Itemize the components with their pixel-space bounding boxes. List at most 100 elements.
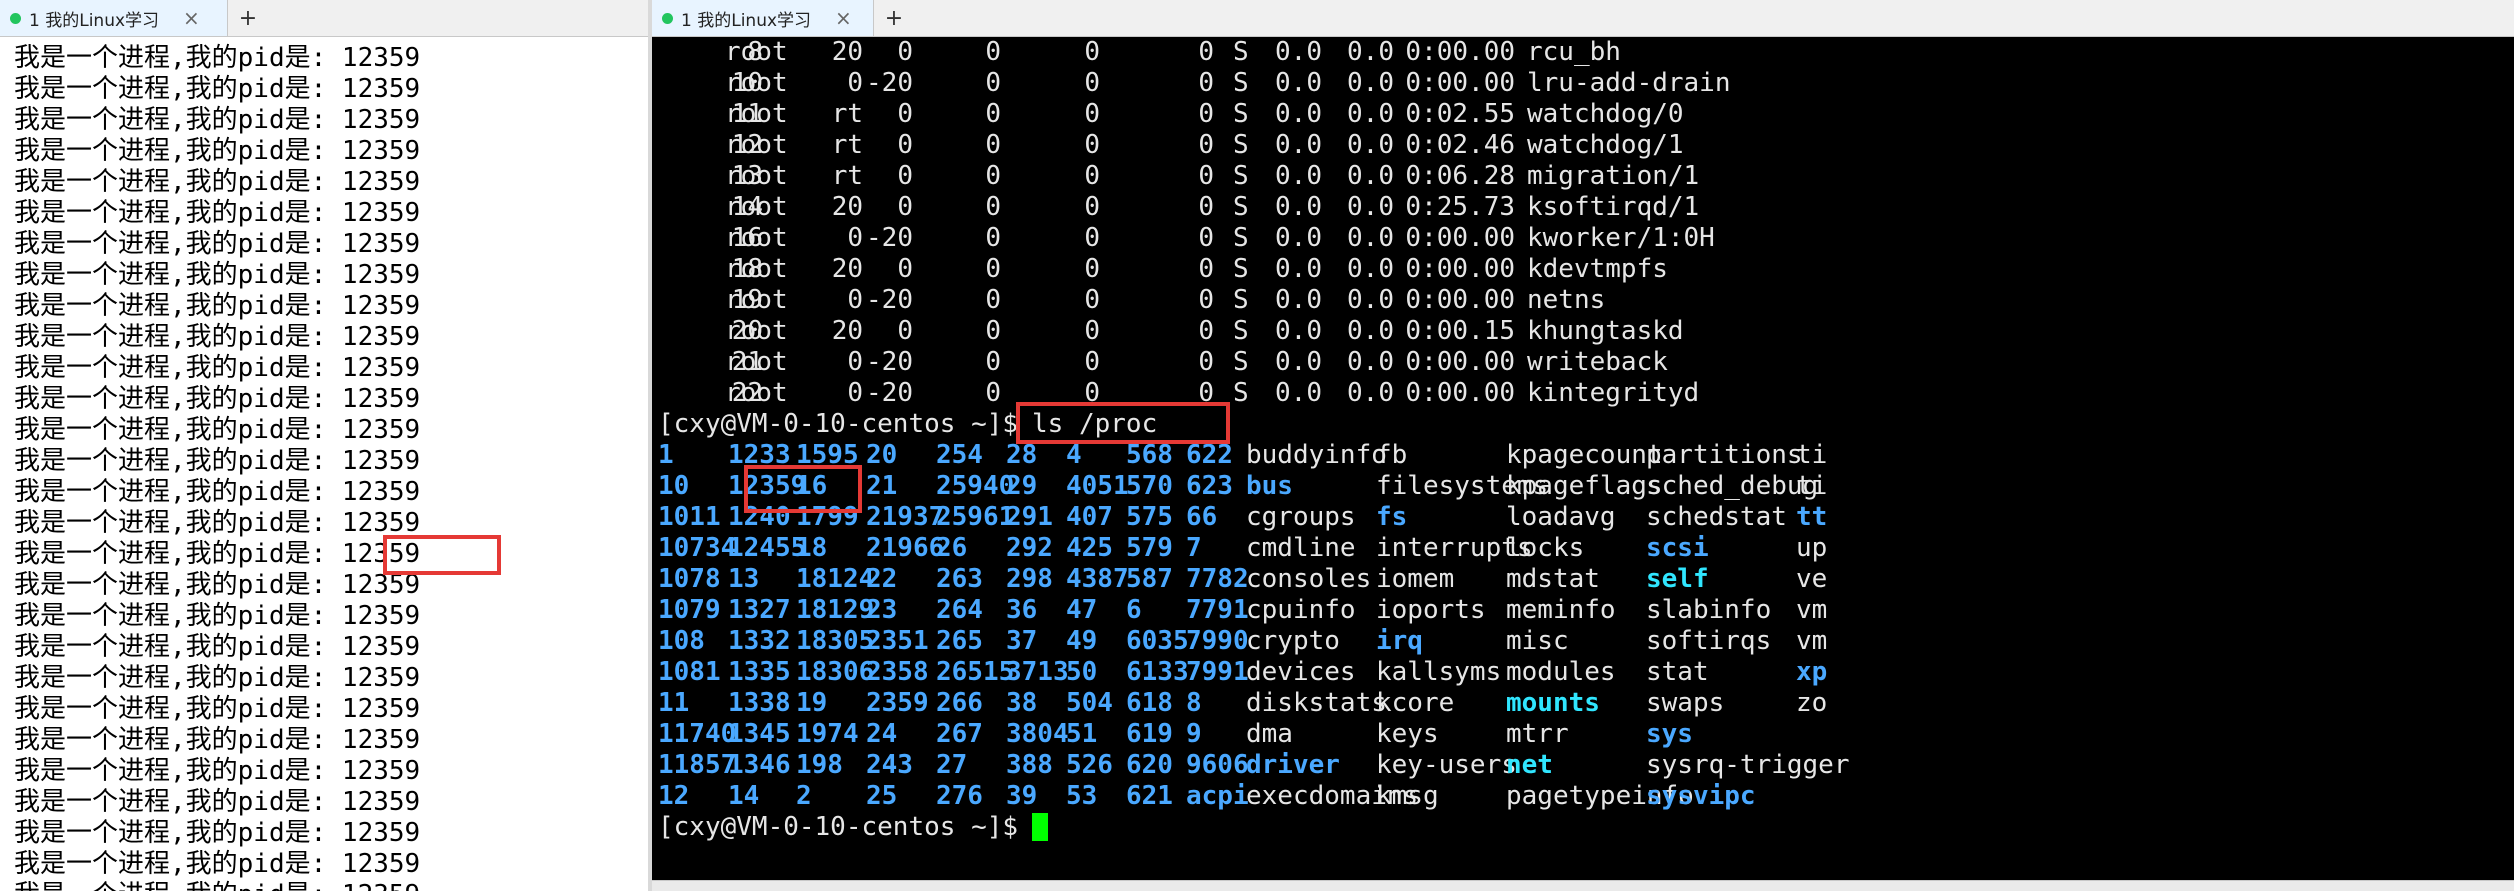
process-cpu: 0.0 [1275,161,1322,191]
proc-entry: 1081 [658,657,721,687]
output-line: 我是一个进程,我的pid是: 12359 [14,725,421,755]
proc-entry: zo [1796,688,1828,718]
proc-entry: 425 [1066,533,1113,563]
process-command: netns [1527,285,1606,315]
proc-entry: 1338 [728,688,791,718]
process-state: S [1233,316,1249,346]
process-user: root [725,378,788,408]
right-terminal-output[interactable]: 8 root 20 0 0 0 0 S 0.0 0.0 0:00.00 rcu_bh 10 root 0 -2… [652,37,2514,891]
scrollbar[interactable] [652,880,2514,891]
process-time: 0:02.55 [1405,99,1515,129]
process-res: 0 [1084,254,1100,284]
process-state: S [1233,192,1249,222]
process-shr: 0 [1198,285,1214,315]
proc-entry: partitions [1646,440,1803,470]
process-row: 18 root 20 0 0 0 0 S 0.0 0.0 0:00.00 kdevtmpfs [658,254,2514,285]
process-ni: -20 [866,223,913,253]
command-line[interactable]: [cxy@VM-0-10-centos ~]$ [658,812,2514,843]
process-res: 0 [1084,37,1100,67]
process-time: 0:06.28 [1405,161,1515,191]
process-user: root [725,285,788,315]
left-terminal-output[interactable]: 我是一个进程,我的pid是: 12359 我是一个进程,我的pid是: 12359… [0,37,648,891]
proc-entry: 623 [1186,471,1233,501]
proc-entry: schedstat [1646,502,1787,532]
right-session-tab[interactable]: 1 我的Linux学习 × [652,0,874,36]
proc-entry: 25 [866,781,898,811]
output-line: 我是一个进程,我的pid是: 12359 [14,136,421,166]
process-ni: 0 [897,99,913,129]
proc-entry: 7782 [1186,564,1249,594]
proc-entry: driver [1246,750,1340,780]
ls-row: 10 12359 16 21 25940 29 4051 570 623 bus filesyste… [658,471,2514,502]
proc-entry: 619 [1126,719,1173,749]
process-pr: 20 [831,316,863,346]
process-row: 19 root 0 -20 0 0 0 S 0.0 0.0 0:00.00 netns [658,285,2514,316]
process-mem: 0.0 [1347,285,1394,315]
highlight-box-proc-12359 [744,465,862,513]
proc-entry: acpi [1186,781,1249,811]
process-row: 16 root 0 -20 0 0 0 S 0.0 0.0 0:00.00 kworker/1:0H [658,223,2514,254]
proc-entry: 51 [1066,719,1098,749]
right-terminal-pane[interactable]: 1 我的Linux学习 × + 8 root 20 0 0 0 0 S 0.0 0.0 0:00.0… [652,0,2514,891]
proc-entry: 1327 [728,595,791,625]
proc-entry: 526 [1066,750,1113,780]
shell-prompt: [cxy@VM-0-10-centos ~]$ [658,409,1034,439]
close-tab-icon[interactable]: × [835,6,852,30]
proc-entry: 618 [1126,688,1173,718]
proc-entry: tt [1796,502,1828,532]
proc-entry: 6133 [1126,657,1189,687]
process-pr: 0 [847,68,863,98]
connection-status-icon [10,12,21,24]
add-tab-button[interactable]: + [876,0,912,36]
process-pr: 0 [847,378,863,408]
proc-entry: 21966 [866,533,945,563]
process-time: 0:00.00 [1405,285,1515,315]
process-time: 0:00.00 [1405,347,1515,377]
highlight-box-pid-output [383,535,501,575]
proc-entry: 29 [1006,471,1038,501]
process-mem: 0.0 [1347,316,1394,346]
proc-entry: 66 [1186,502,1218,532]
process-row: 12 root rt 0 0 0 0 S 0.0 0.0 0:02.46 watchdog/1 [658,130,2514,161]
process-mem: 0.0 [1347,223,1394,253]
process-res: 0 [1084,316,1100,346]
proc-entry: 12455 [728,533,807,563]
proc-entry: devices [1246,657,1356,687]
process-ni: -20 [866,378,913,408]
process-state: S [1233,378,1249,408]
proc-entry: 2351 [866,626,929,656]
add-tab-button[interactable]: + [230,0,266,36]
proc-entry: swaps [1646,688,1725,718]
process-state: S [1233,130,1249,160]
proc-entry: crypto [1246,626,1340,656]
proc-entry: fb [1376,440,1408,470]
left-terminal-pane[interactable]: 1 我的Linux学习 × + 我是一个进程,我的pid是: 12359 我是一个… [0,0,648,891]
close-tab-icon[interactable]: × [183,6,200,30]
process-time: 0:02.46 [1405,130,1515,160]
proc-entry: 12 [658,781,690,811]
process-pr: 0 [847,285,863,315]
proc-entry: 36 [1006,595,1038,625]
process-shr: 0 [1198,37,1214,67]
process-state: S [1233,285,1249,315]
proc-entry: cgroups [1246,502,1356,532]
proc-entry: 18306 [796,657,875,687]
proc-entry: 1 [658,440,674,470]
proc-entry: 6035 [1126,626,1189,656]
proc-entry: 587 [1126,564,1173,594]
proc-entry: 198 [796,750,843,780]
proc-entry: cmdline [1246,533,1356,563]
process-command: ksoftirqd/1 [1527,192,1700,222]
process-state: S [1233,99,1249,129]
ls-row: 12 14 2 25 276 39 53 621 acpi execdomains kmsg page… [658,781,2514,812]
ls-row: 10734 12455 18 21966 26 292 425 579 7 cmdline inte… [658,533,2514,564]
proc-entry: 1079 [658,595,721,625]
output-line: 我是一个进程,我的pid是: 12359 [14,570,421,600]
ls-row: 1081 1335 18306 2358 26515 3713 50 6133 7991 devi… [658,657,2514,688]
left-session-tab[interactable]: 1 我的Linux学习 × [0,0,228,36]
connection-status-icon [662,12,673,24]
proc-entry: 568 [1126,440,1173,470]
proc-entry: 264 [936,595,983,625]
process-cpu: 0.0 [1275,68,1322,98]
process-mem: 0.0 [1347,254,1394,284]
